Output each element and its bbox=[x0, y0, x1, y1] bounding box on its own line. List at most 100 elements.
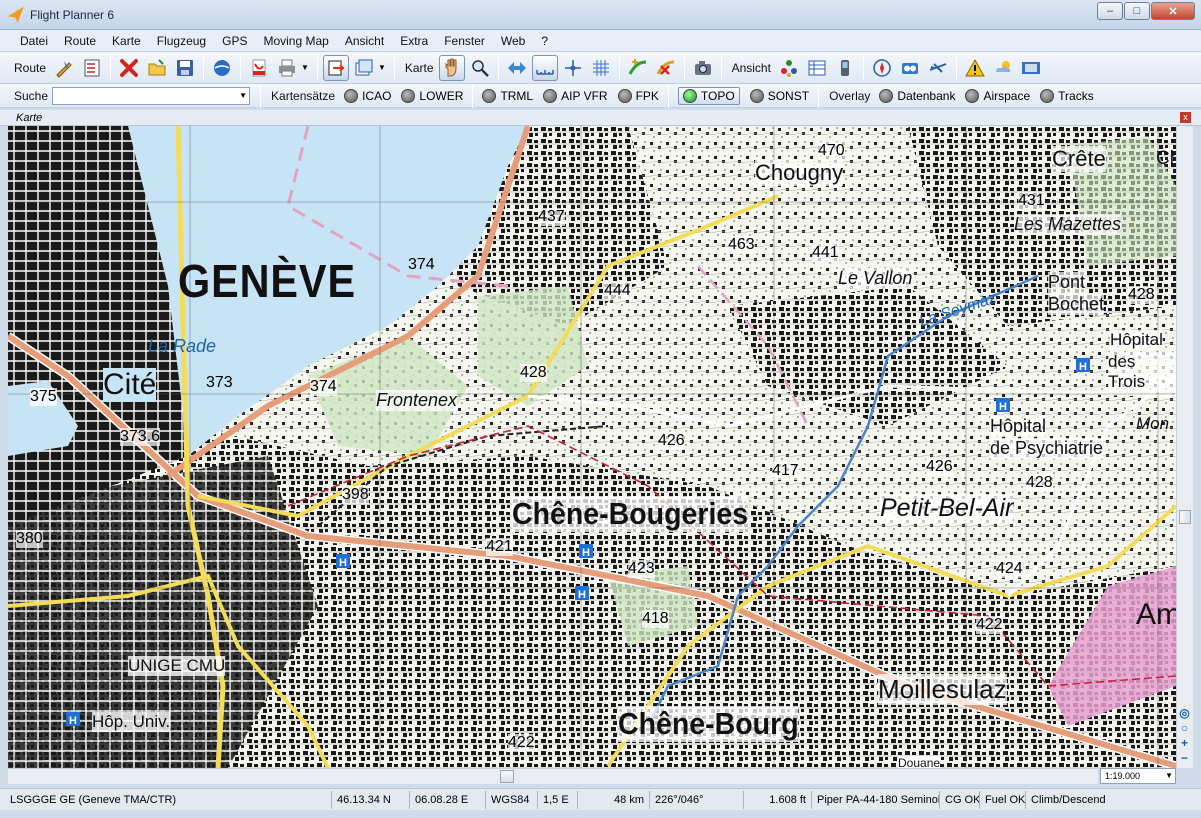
toolbar-separator bbox=[862, 55, 864, 80]
print-dropdown-arrow-icon[interactable]: ▼ bbox=[301, 63, 309, 72]
elevation-label: 421 bbox=[486, 538, 513, 556]
notam-button[interactable] bbox=[962, 55, 988, 81]
chartset-icao[interactable]: ICAO bbox=[344, 88, 392, 103]
toolbar-route-label: Route bbox=[14, 60, 47, 75]
menu-karte[interactable]: Karte bbox=[104, 34, 149, 48]
menu-help[interactable]: ? bbox=[533, 34, 556, 48]
gauges-icon bbox=[901, 62, 918, 74]
chartset-lower[interactable]: LOWER bbox=[401, 88, 464, 103]
scale-ruler-icon bbox=[535, 69, 554, 75]
chartset-fpk[interactable]: FPK bbox=[617, 88, 659, 103]
maximize-button[interactable]: □ bbox=[1124, 2, 1150, 20]
view-points-button[interactable] bbox=[776, 55, 802, 81]
view-list-button[interactable] bbox=[804, 55, 830, 81]
open-button[interactable] bbox=[144, 55, 170, 81]
search-dropdown-arrow-icon[interactable]: ▼ bbox=[239, 91, 247, 100]
place-label-chougny: Chougny bbox=[755, 160, 844, 186]
chartset-label: FPK bbox=[635, 88, 659, 103]
grid-icon bbox=[592, 59, 609, 76]
chartset-topo[interactable]: TOPO bbox=[677, 86, 740, 105]
elevation-label: 417 bbox=[772, 462, 799, 480]
chartset-label: ICAO bbox=[362, 88, 392, 103]
screenshot-button[interactable] bbox=[690, 55, 716, 81]
weather-button[interactable] bbox=[990, 55, 1016, 81]
overlay-item-label: Airspace bbox=[983, 88, 1031, 103]
exit-panel-button[interactable] bbox=[322, 54, 349, 81]
print-button[interactable] bbox=[274, 55, 300, 81]
status-cg: CG OK bbox=[940, 790, 980, 809]
overlay-item-label: Datenbank bbox=[897, 88, 956, 103]
panel-close-button[interactable]: x bbox=[1180, 112, 1191, 123]
zoom-fit-icon[interactable]: ◎ bbox=[1177, 706, 1192, 721]
warning-icon bbox=[965, 58, 985, 76]
globe-icon bbox=[214, 59, 231, 76]
place-label-moillesulaz: Moillesulaz bbox=[878, 674, 1007, 705]
menu-moving-map[interactable]: Moving Map bbox=[255, 34, 336, 48]
menu-extra[interactable]: Extra bbox=[392, 34, 436, 48]
toolbar-separator bbox=[818, 83, 820, 108]
instruments-button[interactable] bbox=[897, 55, 923, 81]
zoom-in-icon[interactable]: + bbox=[1177, 736, 1192, 751]
film-icon bbox=[1021, 61, 1040, 74]
map-panel-header: Karte x bbox=[0, 110, 1201, 126]
chartset-aip-vfr[interactable]: AIP VFR bbox=[543, 88, 608, 103]
windows-dropdown-arrow-icon[interactable]: ▼ bbox=[378, 63, 386, 72]
route-edit-button[interactable] bbox=[51, 55, 77, 81]
folder-icon bbox=[148, 58, 166, 75]
map-back-button[interactable] bbox=[504, 55, 530, 81]
status-phase: Climb/Descend bbox=[1031, 793, 1106, 806]
title-bar: Flight Planner 6 – □ ✕ bbox=[0, 0, 1201, 30]
menu-web[interactable]: Web bbox=[493, 34, 533, 48]
menu-datei[interactable]: Datei bbox=[12, 34, 56, 48]
radio-icon bbox=[749, 88, 764, 103]
overlay-datenbank[interactable]: Datenbank bbox=[879, 88, 956, 103]
chartset-label: LOWER bbox=[419, 88, 464, 103]
scale-dropdown-arrow-icon[interactable]: ▼ bbox=[1165, 769, 1173, 783]
remove-waypoint-button[interactable] bbox=[653, 55, 679, 81]
checklist-icon bbox=[84, 59, 100, 76]
google-earth-button[interactable] bbox=[209, 55, 235, 81]
toolbar-separator bbox=[110, 55, 112, 80]
menu-ansicht[interactable]: Ansicht bbox=[337, 34, 392, 48]
chartset-trml[interactable]: TRML bbox=[482, 88, 534, 103]
windows-button[interactable] bbox=[351, 55, 377, 81]
close-button[interactable]: ✕ bbox=[1151, 2, 1195, 20]
chartset-sonst[interactable]: SONST bbox=[749, 88, 809, 103]
menu-gps[interactable]: GPS bbox=[214, 34, 255, 48]
grid-button[interactable] bbox=[588, 55, 614, 81]
compass-button[interactable] bbox=[869, 55, 895, 81]
topo-map[interactable]: HHH HHH GENÈVE Cité La Rade Frontenex Ch… bbox=[8, 126, 1176, 768]
radio-icon bbox=[482, 88, 497, 103]
minimize-button[interactable]: – bbox=[1097, 2, 1123, 20]
search-input[interactable] bbox=[53, 87, 240, 104]
route-list-button[interactable] bbox=[79, 55, 105, 81]
horizontal-scroll-thumb[interactable] bbox=[500, 770, 514, 783]
crosshair-button[interactable] bbox=[560, 55, 586, 81]
scale-select[interactable]: 1:19.000 ▼ bbox=[1100, 768, 1176, 784]
video-button[interactable] bbox=[1018, 55, 1044, 81]
zoom-tool-button[interactable] bbox=[467, 55, 493, 81]
add-waypoint-button[interactable] bbox=[625, 55, 651, 81]
overlay-airspace[interactable]: Airspace bbox=[965, 88, 1031, 103]
delete-button[interactable] bbox=[116, 55, 142, 81]
overlay-tracks[interactable]: Tracks bbox=[1040, 88, 1094, 103]
gps-device-button[interactable] bbox=[832, 55, 858, 81]
save-button[interactable] bbox=[172, 55, 198, 81]
pencil-plane-icon bbox=[56, 60, 72, 78]
place-label-hopital-trois-1: Hôpital bbox=[1110, 330, 1163, 350]
aircraft-button[interactable] bbox=[925, 55, 951, 81]
pdf-export-button[interactable] bbox=[246, 55, 272, 81]
radio-icon bbox=[965, 88, 980, 103]
menu-fenster[interactable]: Fenster bbox=[436, 34, 493, 48]
menu-route[interactable]: Route bbox=[56, 34, 104, 48]
map-horizontal-scrollbar[interactable] bbox=[8, 768, 1098, 784]
zoom-out-icon[interactable]: − bbox=[1177, 751, 1192, 766]
vertical-scroll-thumb[interactable] bbox=[1179, 510, 1191, 524]
map-vertical-scrollbar[interactable] bbox=[1176, 126, 1193, 768]
search-combobox[interactable]: ▼ bbox=[52, 86, 251, 105]
zoom-reset-icon[interactable]: ○ bbox=[1177, 721, 1192, 736]
pan-tool-button[interactable] bbox=[438, 54, 465, 81]
menu-flugzeug[interactable]: Flugzeug bbox=[149, 34, 214, 48]
map-scale-button[interactable] bbox=[531, 54, 558, 81]
chartset-label: TRML bbox=[500, 88, 534, 103]
